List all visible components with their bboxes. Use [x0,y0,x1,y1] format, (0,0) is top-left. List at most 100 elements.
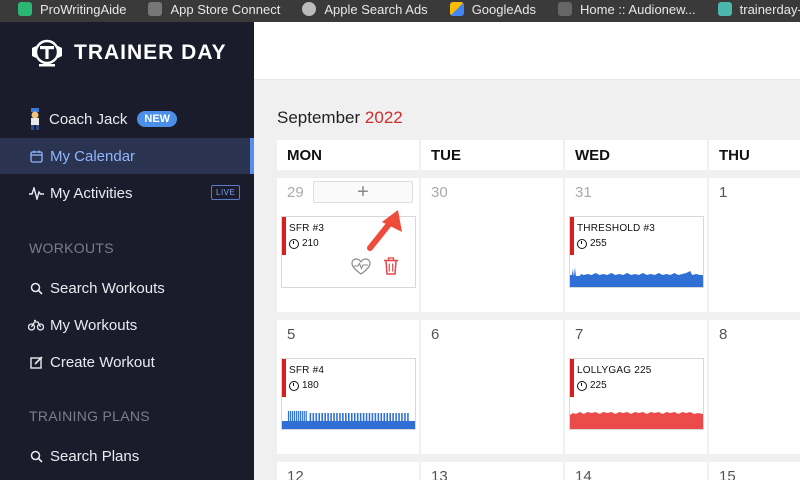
day-number: 14 [575,468,592,480]
weekday-header: MON [277,140,419,170]
workout-card-sfr4[interactable]: SFR #4 180 [281,358,416,430]
sidebar-item-label: Create Workout [50,353,155,371]
calendar-area: September 2022 MON TUE WED THU 29 + SFR … [254,80,800,480]
bookmark-label: ProWritingAide [40,1,127,17]
workout-tss: 180 [289,380,319,391]
weekday-header: WED [565,140,707,170]
bookmark-icon [717,2,732,16]
day-number: 7 [575,326,584,343]
sidebar-item-my-workouts[interactable]: My Workouts [0,307,254,343]
day-number: 8 [719,326,728,343]
heart-rate-icon[interactable] [351,257,371,275]
sidebar-item-coach-jack[interactable]: Coach Jack NEW [0,101,254,137]
brand-logo[interactable]: TRAINER DAY [30,38,227,68]
google-ads-icon [449,2,464,16]
day-cell[interactable]: 13 [421,462,563,480]
day-number: 30 [431,184,448,201]
weekday-header: TUE [421,140,563,170]
apple-icon [302,2,317,16]
add-workout-button[interactable]: + [313,181,413,203]
bookmark-item[interactable]: ProWritingAide [18,0,126,18]
sidebar-item-search-plans[interactable]: Search Plans [0,438,254,474]
day-cell[interactable]: 6 [421,320,563,454]
clock-icon [289,238,299,249]
day-cell[interactable]: 15 [709,462,800,480]
day-cell[interactable]: 12 [277,462,419,480]
bookmark-label: Home :: Audionew... [580,1,696,17]
trainer-day-logo-icon [32,39,62,67]
annotation-arrow-icon [367,210,402,251]
bookmark-label: Apple Search Ads [324,1,428,17]
day-cell[interactable]: 14 [565,462,707,480]
trash-icon[interactable] [383,257,399,275]
bookmark-item[interactable]: Apple Search Ads [302,0,428,18]
clock-icon [577,238,587,249]
weekday-header: THU [709,140,800,170]
workout-tss: 225 [577,380,607,391]
card-accent-bar [570,217,574,255]
section-heading-workouts: WORKOUTS [29,240,114,256]
workout-power-profile [570,267,703,287]
workout-title: SFR #4 [289,365,325,376]
sidebar-item-my-calendar[interactable]: My Calendar [0,138,254,174]
tss-value: 210 [302,238,319,249]
bookmark-item[interactable]: trainerday-realti... [717,0,800,18]
top-bar [254,22,800,80]
tss-value: 180 [302,380,319,391]
tss-value: 225 [590,380,607,391]
search-icon [28,448,44,464]
workout-title: THRESHOLD #3 [577,223,655,234]
bookmark-label: GoogleAds [471,1,537,17]
sidebar-item-search-workouts[interactable]: Search Workouts [0,270,254,306]
calendar-icon [28,148,44,164]
workout-card-lollygag[interactable]: LOLLYGAG 225 225 [569,358,704,430]
bookmark-item[interactable]: App Store Connect [148,0,280,18]
card-actions [351,257,411,275]
clock-icon [289,380,299,391]
sidebar-item-label: My Activities [50,184,133,202]
day-cell[interactable]: 5 SFR #4 180 [277,320,419,454]
sidebar-item-label: My Calendar [50,147,136,165]
day-cell[interactable]: 31 THRESHOLD #3 255 [565,178,707,312]
apple-icon [148,2,163,16]
card-accent-bar [570,359,574,397]
workout-title: LOLLYGAG 225 [577,365,652,376]
coach-avatar-icon [28,108,42,130]
month-year: 2022 [364,108,403,127]
sidebar-item-label: My Workouts [50,316,138,334]
live-badge: LIVE [211,185,241,200]
bookmark-item[interactable]: Home :: Audionew... [558,0,696,18]
month-name: September [277,108,361,127]
bookmark-label: App Store Connect [170,1,281,17]
day-cell[interactable]: 1 [709,178,800,312]
section-heading-training-plans: TRAINING PLANS [29,408,150,424]
day-cell[interactable]: 30 [421,178,563,312]
day-number: 15 [719,468,736,480]
sidebar: TRAINER DAY Coach Jack NEW My Calendar M… [0,22,254,480]
sidebar-item-label: Search Plans [50,447,140,465]
day-number: 5 [287,326,296,343]
bookmark-icon [18,2,32,16]
activity-pulse-icon [28,185,44,201]
month-title: September 2022 [277,108,403,128]
workout-card-threshold3[interactable]: THRESHOLD #3 255 [569,216,704,288]
bookmark-item[interactable]: GoogleAds [449,0,537,18]
day-number: 12 [287,468,304,480]
workout-tss: 210 [289,238,319,249]
workout-power-profile [282,411,415,429]
sidebar-item-my-activities[interactable]: My Activities LIVE [0,175,254,211]
day-number: 6 [431,326,440,343]
sidebar-item-create-workout[interactable]: Create Workout [0,344,254,380]
workout-tss: 255 [577,238,607,249]
tss-value: 255 [590,238,607,249]
day-cell[interactable]: 8 [709,320,800,454]
edit-icon [28,354,44,370]
card-accent-bar [282,359,286,397]
bookmark-icon [558,2,573,16]
workout-power-profile [570,412,703,429]
workout-title: SFR #3 [289,223,325,234]
day-cell[interactable]: 7 LOLLYGAG 225 225 [565,320,707,454]
sidebar-item-label: Coach Jack [49,110,128,128]
bookmarks-bar: ProWritingAide App Store Connect Apple S… [0,0,800,22]
card-accent-bar [282,217,286,255]
